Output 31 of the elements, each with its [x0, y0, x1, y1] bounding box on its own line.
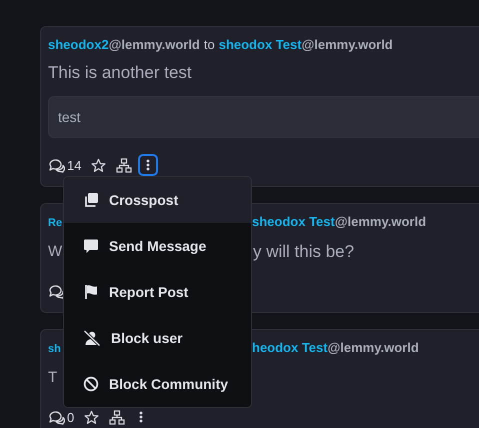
comment-count: 0 — [67, 410, 74, 424]
instance-text: @lemmy.world — [334, 213, 426, 231]
comment-count: 14 — [67, 158, 82, 172]
menu-item[interactable]: Crosspost — [64, 177, 251, 223]
block-icon — [83, 376, 99, 392]
star-icon[interactable] — [91, 158, 106, 172]
comments-icon[interactable] — [48, 158, 65, 172]
post-title[interactable]: This is another test — [48, 62, 192, 84]
flag-icon — [83, 284, 99, 300]
body-text: test — [58, 109, 81, 125]
comments-icon[interactable] — [48, 410, 65, 424]
user-link[interactable]: sh — [48, 339, 61, 359]
post-title[interactable]: y will this be? — [253, 241, 354, 263]
user-link[interactable]: sheodox Test — [218, 35, 302, 55]
header-text: to — [204, 36, 215, 54]
network-icon[interactable] — [116, 158, 132, 172]
community-link[interactable]: sheodox Test — [252, 212, 335, 232]
message-icon — [83, 238, 99, 254]
more-icon — [146, 159, 150, 171]
instance-text: @lemmy.world — [108, 36, 200, 54]
instance-text: @lemmy.world — [302, 36, 393, 54]
user-blocked-icon — [83, 330, 101, 346]
user-link[interactable]: sheodox2 — [48, 35, 109, 55]
instance-text: @lemmy.world — [328, 339, 419, 357]
comments-icon[interactable] — [48, 284, 65, 298]
more-icon — [139, 411, 144, 423]
star-icon[interactable] — [84, 410, 100, 424]
copy-icon — [83, 192, 99, 208]
community-link[interactable]: heodox Test — [252, 338, 328, 358]
network-icon[interactable] — [109, 410, 126, 424]
user-link[interactable]: Re — [48, 213, 62, 233]
